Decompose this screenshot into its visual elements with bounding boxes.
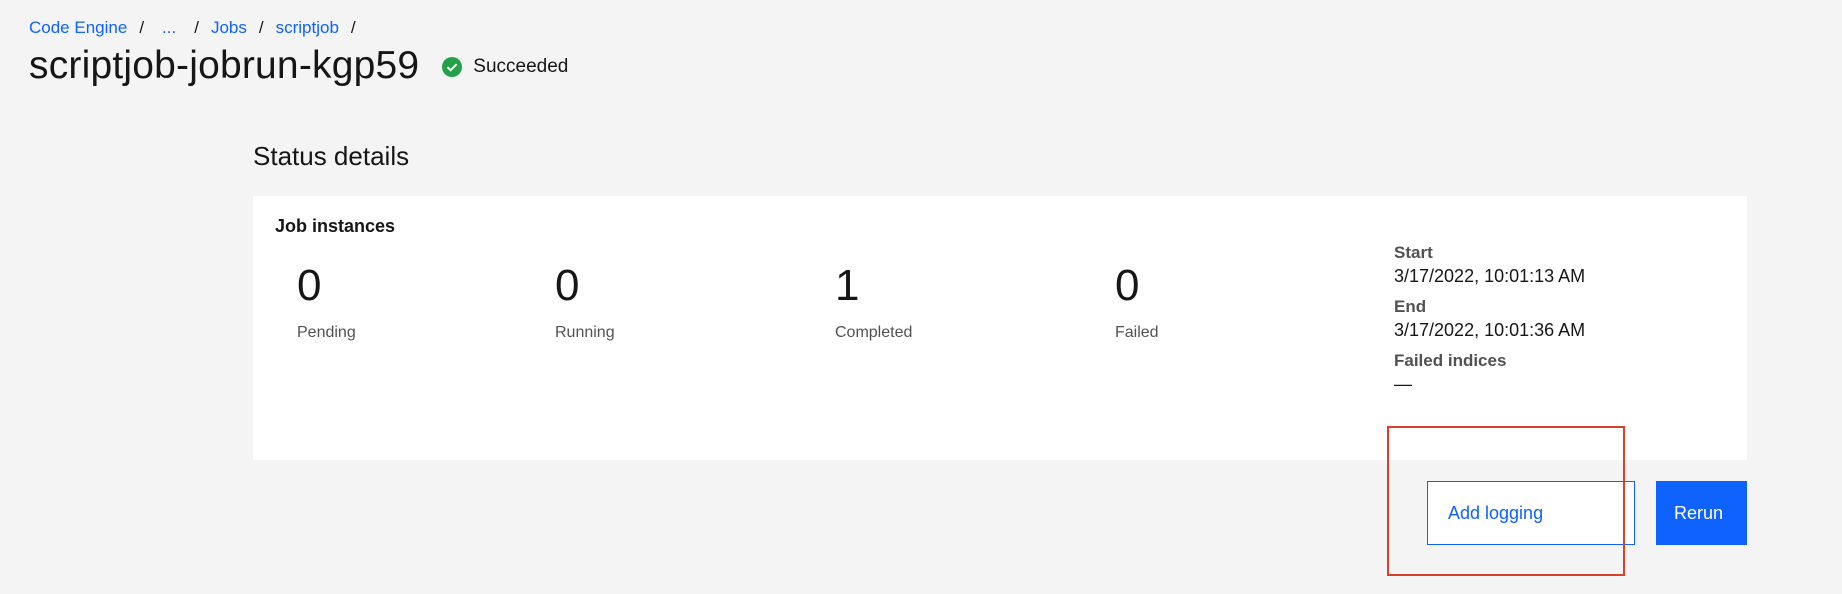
metric-completed: 1 Completed [835, 262, 912, 342]
metric-value: 0 [555, 261, 580, 310]
start-value: 3/17/2022, 10:01:13 AM [1394, 266, 1586, 286]
failed-indices-value: — [1394, 374, 1412, 394]
run-details: Start 3/17/2022, 10:01:13 AM End 3/17/20… [1394, 242, 1585, 404]
add-logging-button[interactable]: Add logging [1427, 481, 1635, 545]
breadcrumb: Code Engine / ... / Jobs / scriptjob / [29, 17, 368, 39]
breadcrumb-jobs[interactable]: Jobs [211, 17, 247, 39]
breadcrumb-overflow[interactable]: ... [156, 17, 182, 39]
metric-label: Completed [835, 324, 913, 341]
metric-label: Running [555, 324, 615, 341]
metric-failed: 0 Failed [1115, 262, 1159, 342]
metric-running: 0 Running [555, 262, 615, 342]
status-label: Succeeded [473, 56, 569, 77]
start-label: Start [1394, 243, 1433, 262]
page-title: scriptjob-jobrun-kgp59 [29, 44, 420, 87]
metric-value: 0 [1115, 261, 1140, 310]
metric-pending: 0 Pending [297, 262, 356, 342]
metric-value: 0 [297, 261, 322, 310]
failed-indices-label: Failed indices [1394, 351, 1507, 370]
status-indicator: Succeeded [442, 56, 568, 78]
metric-label: Pending [297, 324, 356, 341]
breadcrumb-scriptjob[interactable]: scriptjob [276, 17, 339, 39]
breadcrumb-code-engine[interactable]: Code Engine [29, 17, 127, 39]
metric-label: Failed [1115, 324, 1159, 341]
breadcrumb-separator: / [350, 18, 356, 37]
breadcrumb-separator: / [139, 18, 145, 37]
page-header: scriptjob-jobrun-kgp59 Succeeded [29, 44, 568, 88]
job-instances-card: Job instances 0 Pending 0 Running 1 Comp… [253, 196, 1747, 460]
checkmark-filled-icon [442, 57, 463, 77]
card-heading: Job instances [275, 216, 396, 236]
breadcrumb-separator: / [194, 18, 199, 37]
rerun-button[interactable]: Rerun [1656, 481, 1747, 545]
metric-value: 1 [835, 261, 860, 310]
end-label: End [1394, 297, 1427, 316]
breadcrumb-separator: / [258, 18, 264, 37]
section-title: Status details [253, 141, 410, 171]
end-value: 3/17/2022, 10:01:36 AM [1394, 320, 1586, 340]
